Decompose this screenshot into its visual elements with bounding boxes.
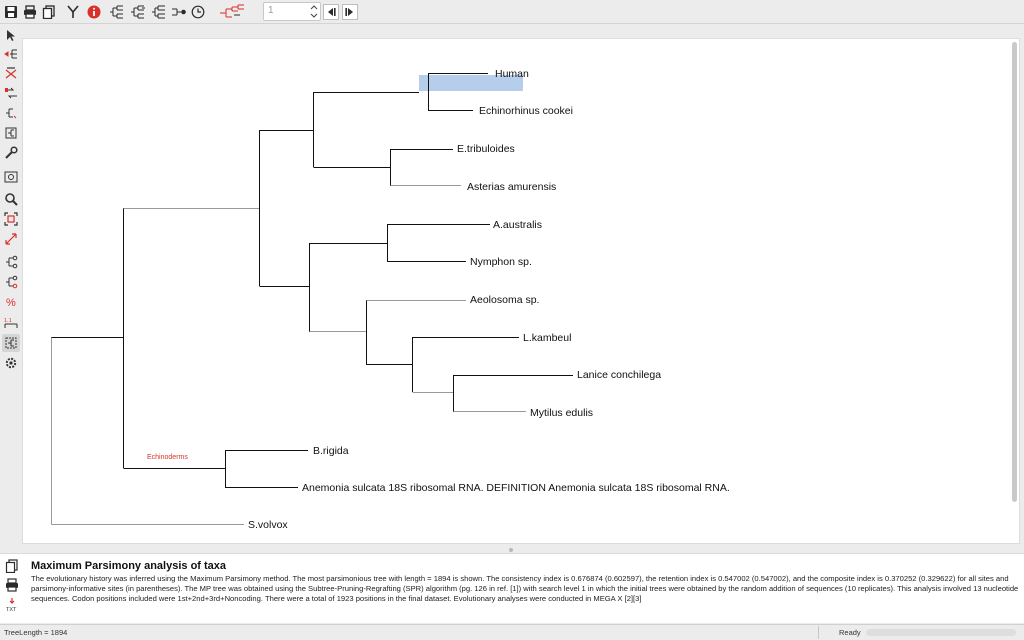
panel-splitter-handle[interactable]: [509, 548, 513, 552]
clade-label-echinoderms[interactable]: Echinoderms: [147, 454, 188, 461]
forward-icon[interactable]: [341, 3, 359, 21]
back-icon[interactable]: [322, 3, 340, 21]
compress-subtree-icon[interactable]: [2, 104, 20, 122]
gear-icon[interactable]: [2, 354, 20, 372]
tree-canvas[interactable]: Human Echinorhinus cookei E.tribuloides …: [22, 38, 1020, 544]
status-bar: TreeLength = 1894 Ready: [0, 624, 1024, 640]
bootstrap-icon[interactable]: [2, 273, 20, 291]
leaf-labels: Human Echinorhinus cookei E.tribuloides …: [147, 68, 730, 531]
zoom-icon[interactable]: [2, 190, 20, 208]
status-tree-length: TreeLength = 1894: [4, 628, 68, 637]
save-icon[interactable]: [2, 3, 20, 21]
select-pointer-icon[interactable]: [2, 26, 20, 44]
swap-subtree-icon[interactable]: [2, 84, 20, 102]
scale-bar-icon[interactable]: 1.1: [2, 314, 20, 332]
copy-caption-icon[interactable]: [3, 557, 21, 575]
place-root-icon[interactable]: [2, 45, 20, 63]
leaf-label-lanice[interactable]: Lanice conchilega: [577, 369, 661, 381]
tree-options-icon[interactable]: [2, 334, 20, 352]
leaf-label-tribuloides[interactable]: E.tribuloides: [457, 143, 515, 155]
caption-panel: TXT Maximum Parsimony analysis of taxa T…: [0, 553, 1024, 623]
tree-radiation-icon[interactable]: [170, 3, 188, 21]
svg-text:1.1: 1.1: [4, 318, 12, 324]
leaf-label-aeolosoma[interactable]: Aeolosoma sp.: [470, 294, 539, 306]
tree-slanted-icon[interactable]: [129, 3, 147, 21]
percent-icon[interactable]: %: [2, 293, 20, 311]
caption-title: Maximum Parsimony analysis of taxa: [31, 560, 227, 572]
svg-text:TXT: TXT: [6, 607, 17, 613]
tree-topology-icon[interactable]: [218, 3, 250, 21]
export-txt-icon[interactable]: TXT: [3, 596, 21, 614]
info-icon[interactable]: [85, 3, 103, 21]
tree-rect-icon[interactable]: [108, 3, 126, 21]
tree-tools-sidebar: % 1.1: [0, 24, 22, 548]
branch-length-icon[interactable]: [2, 253, 20, 271]
leaf-label-kambeul[interactable]: L.kambeul: [523, 332, 571, 344]
toolbar: 1: [0, 0, 1024, 24]
leaf-label-echinorhinus[interactable]: Echinorhinus cookei: [479, 105, 573, 117]
tree-circle-icon[interactable]: [189, 3, 207, 21]
leaf-label-nymphon[interactable]: Nymphon sp.: [470, 256, 532, 268]
flip-subtree-icon[interactable]: [2, 65, 20, 83]
fit-window-icon[interactable]: [2, 210, 20, 228]
print-caption-icon[interactable]: [3, 576, 21, 594]
leaf-label-human[interactable]: Human: [495, 68, 529, 80]
leaf-label-mytilus[interactable]: Mytilus edulis: [530, 407, 593, 419]
search-window-icon[interactable]: [2, 168, 20, 186]
vertical-scrollbar[interactable]: [1012, 42, 1017, 502]
resize-icon[interactable]: [2, 230, 20, 248]
tree-edit-icon[interactable]: [2, 124, 20, 142]
status-progress-bar: [866, 629, 1016, 636]
filter-icon[interactable]: [64, 3, 82, 21]
svg-text:%: %: [6, 297, 16, 309]
phylogenetic-tree: Human Echinorhinus cookei E.tribuloides …: [51, 68, 730, 531]
leaf-label-anemonia[interactable]: Anemonia sulcata 18S ribosomal RNA. DEFI…: [302, 482, 730, 494]
wrench-icon[interactable]: [2, 144, 20, 162]
print-icon[interactable]: [21, 3, 39, 21]
leaf-label-svolvox[interactable]: S.volvox: [248, 519, 288, 531]
leaf-label-brigida[interactable]: B.rigida: [313, 445, 349, 457]
leaf-label-australis[interactable]: A.australis: [493, 219, 542, 231]
tree-curved-icon[interactable]: [150, 3, 168, 21]
zoom-stepper[interactable]: [310, 3, 318, 20]
leaf-label-asterias[interactable]: Asterias amurensis: [467, 181, 556, 193]
status-ready: Ready: [818, 626, 866, 639]
copy-icon[interactable]: [40, 3, 58, 21]
caption-text: The evolutionary history was inferred us…: [31, 574, 1019, 603]
